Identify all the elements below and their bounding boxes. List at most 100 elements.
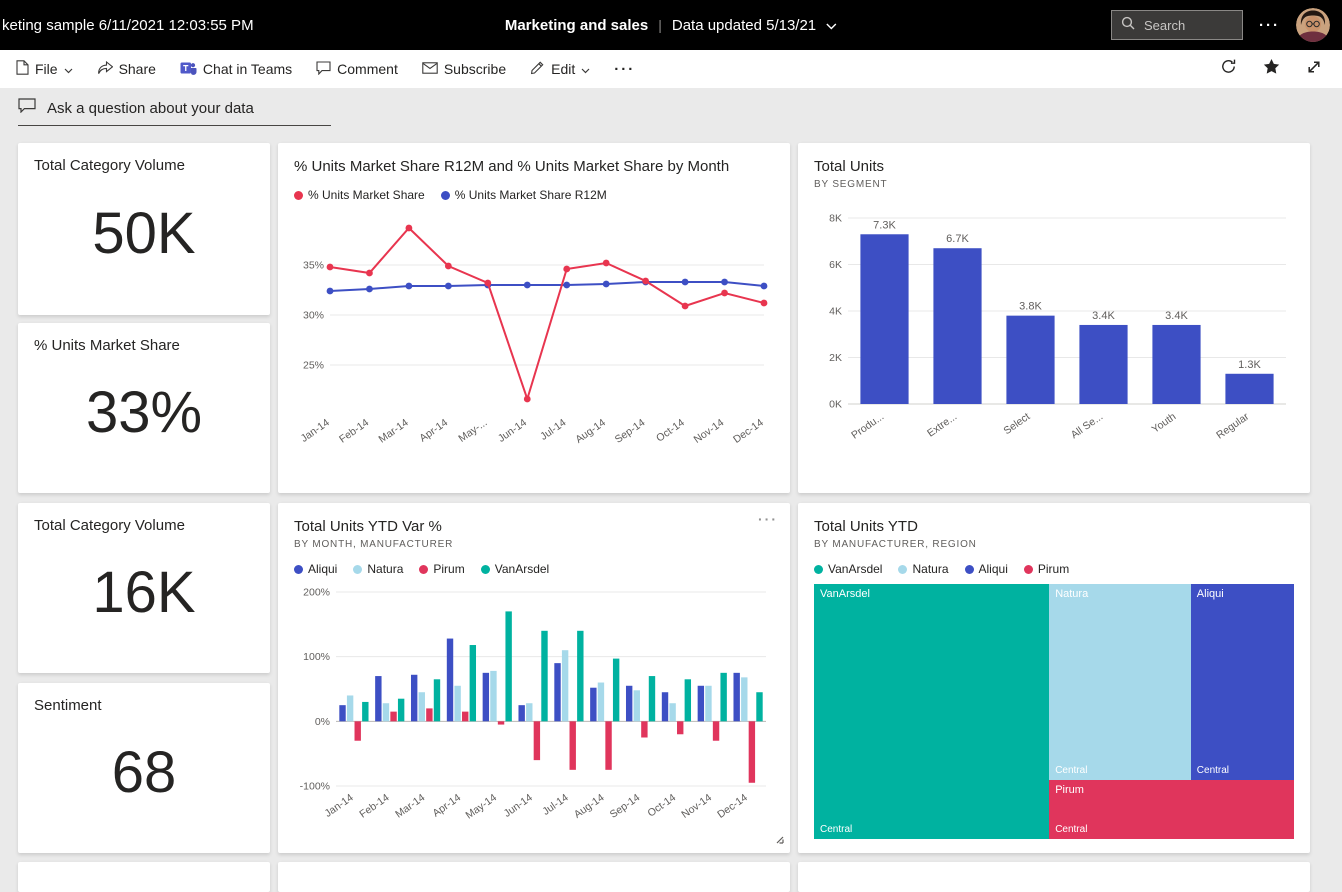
svg-text:Mar-14: Mar-14 (393, 792, 427, 821)
legend-item: Aliqui (964, 562, 1008, 576)
user-avatar[interactable] (1296, 8, 1330, 42)
dashboard-title: keting sample 6/11/2021 12:03:55 PM (2, 16, 254, 34)
treemap-node-aliqui[interactable]: Aliqui Central (1190, 584, 1294, 781)
qna-search-bar[interactable] (18, 98, 331, 126)
toolbar-right-actions (1220, 58, 1326, 80)
tile-total-units-ytd-var[interactable]: ··· Total Units YTD Var % BY MONTH, MANU… (278, 503, 790, 853)
tile-title: Total Units (814, 158, 885, 175)
chat-bubble-icon (18, 98, 36, 118)
treemap-node-pirum[interactable]: Pirum Central (1049, 780, 1294, 839)
svg-text:Sep-14: Sep-14 (608, 792, 643, 821)
svg-text:Jul-14: Jul-14 (538, 417, 568, 443)
legend-dot (1023, 564, 1033, 574)
legend-item: % Units Market Share (294, 188, 425, 202)
svg-text:Jan-14: Jan-14 (322, 792, 355, 820)
qna-input[interactable] (45, 98, 331, 118)
chevron-down-icon[interactable] (826, 17, 837, 34)
teams-icon (180, 60, 197, 79)
favorite-star-icon[interactable] (1263, 58, 1280, 80)
card-total-category-volume[interactable]: Total Category Volume 50K (18, 143, 270, 315)
card-units-market-share[interactable]: % Units Market Share 33% (18, 323, 270, 493)
tile-subtitle: BY MANUFACTURER, REGION (814, 539, 977, 550)
legend-dot (353, 564, 363, 574)
refresh-icon[interactable] (1220, 58, 1237, 80)
treemap-node-natura[interactable]: Natura Central (1049, 584, 1191, 781)
chevron-down-icon (64, 61, 73, 77)
treemap-node-label: Pirum (1055, 784, 1084, 797)
card-value: 68 (111, 740, 177, 805)
legend: VanArsdel Natura Aliqui Pirum (814, 562, 1294, 576)
svg-text:Dec-14: Dec-14 (731, 417, 766, 446)
tile-partial[interactable] (798, 862, 1310, 892)
svg-text:0K: 0K (829, 399, 842, 411)
edit-label: Edit (551, 61, 576, 77)
svg-text:6.7K: 6.7K (946, 233, 969, 245)
legend-item: Natura (898, 562, 949, 576)
resize-handle[interactable] (775, 832, 785, 850)
tile-partial[interactable] (278, 862, 790, 892)
chat-in-teams-label: Chat in Teams (202, 61, 293, 77)
card-sentiment[interactable]: Sentiment 68 (18, 683, 270, 853)
svg-text:25%: 25% (303, 360, 324, 372)
svg-text:Oct-14: Oct-14 (645, 792, 678, 820)
tile-market-share-by-month[interactable]: % Units Market Share R12M and % Units Ma… (278, 143, 790, 493)
svg-text:Sep-14: Sep-14 (613, 417, 648, 446)
search-input[interactable] (1142, 16, 1234, 34)
legend-dot (294, 190, 303, 200)
card-total-category-volume-2[interactable]: Total Category Volume 16K (18, 503, 270, 673)
file-menu-button[interactable]: File (16, 60, 73, 78)
tile-total-units-by-segment[interactable]: Total Units BY SEGMENT 0K 2K 4K 6K 8K 7.3K Pro… (798, 143, 1310, 493)
card-value: 50K (92, 201, 196, 266)
subscribe-button[interactable]: Subscribe (422, 61, 506, 77)
svg-text:Feb-14: Feb-14 (357, 792, 391, 821)
tile-partial[interactable] (18, 862, 270, 892)
workspace-switcher[interactable]: Marketing and sales | Data updated 5/13/… (505, 17, 837, 34)
svg-text:100%: 100% (303, 651, 330, 663)
legend-item: % Units Market Share R12M (440, 188, 607, 202)
tile-title: % Units Market Share R12M and % Units Ma… (294, 158, 730, 175)
search-box[interactable] (1111, 10, 1243, 40)
grouped-bar-chart[interactable]: -100% 0% 100% 200% Jan-14 Feb-14 Mar-14 Apr-14 M… (294, 584, 774, 830)
card-title: Total Category Volume (34, 157, 185, 174)
file-label: File (35, 61, 58, 77)
treemap-chart[interactable]: VanArsdel Central Natura Central Aliqui Centr… (814, 584, 1294, 839)
svg-text:Aug-14: Aug-14 (573, 417, 608, 446)
card-title: Total Category Volume (34, 517, 185, 534)
toolbar-more-button[interactable]: ··· (614, 61, 635, 78)
title-separator: | (658, 17, 662, 33)
comment-button[interactable]: Comment (316, 60, 398, 78)
svg-text:35%: 35% (303, 260, 324, 272)
expand-fullscreen-icon[interactable] (1306, 59, 1322, 80)
svg-text:3.4K: 3.4K (1092, 310, 1115, 322)
legend-dot (964, 564, 974, 574)
legend: % Units Market Share % Units Market Share… (294, 188, 774, 202)
treemap-node-label: Natura (1055, 588, 1089, 600)
legend: Aliqui Natura Pirum VanArsdel (294, 562, 774, 576)
treemap-region-label: Central (820, 824, 853, 835)
more-options-button[interactable]: ··· (1259, 17, 1280, 34)
card-value: 33% (85, 380, 203, 445)
report-toolbar: File Share Chat in Teams Comment Subscri… (0, 50, 1342, 88)
subscribe-label: Subscribe (443, 61, 507, 77)
svg-text:Apr-14: Apr-14 (417, 417, 450, 445)
svg-text:7.3K: 7.3K (873, 219, 896, 231)
legend-item: Natura (353, 562, 403, 576)
tile-menu-button[interactable]: ··· (758, 511, 778, 527)
legend-dot (480, 564, 490, 574)
svg-text:Mar-14: Mar-14 (376, 417, 410, 446)
file-icon (16, 60, 29, 78)
tile-title: Total Units YTD Var % (294, 518, 442, 535)
svg-text:Jun-14: Jun-14 (502, 792, 535, 820)
chat-in-teams-button[interactable]: Chat in Teams (180, 60, 292, 79)
line-chart[interactable]: 25% 30% 35% Jan-14 Feb-14 Mar-14 Apr-14 May-...… (294, 210, 774, 466)
share-button[interactable]: Share (97, 60, 156, 78)
svg-text:All Se...: All Se... (1069, 411, 1106, 442)
treemap-node-vanarsdel[interactable]: VanArsdel Central (814, 584, 1050, 839)
edit-button[interactable]: Edit (530, 60, 590, 78)
chevron-down-icon (581, 61, 590, 77)
card-title: Sentiment (34, 697, 102, 714)
tile-total-units-ytd-treemap[interactable]: Total Units YTD BY MANUFACTURER, REGION … (798, 503, 1310, 853)
column-chart[interactable]: 0K 2K 4K 6K 8K 7.3K Produ... 6.7K Extre... 3.8K Se… (814, 198, 1294, 460)
svg-text:Oct-14: Oct-14 (654, 417, 687, 445)
svg-text:Jan-14: Jan-14 (299, 417, 332, 445)
